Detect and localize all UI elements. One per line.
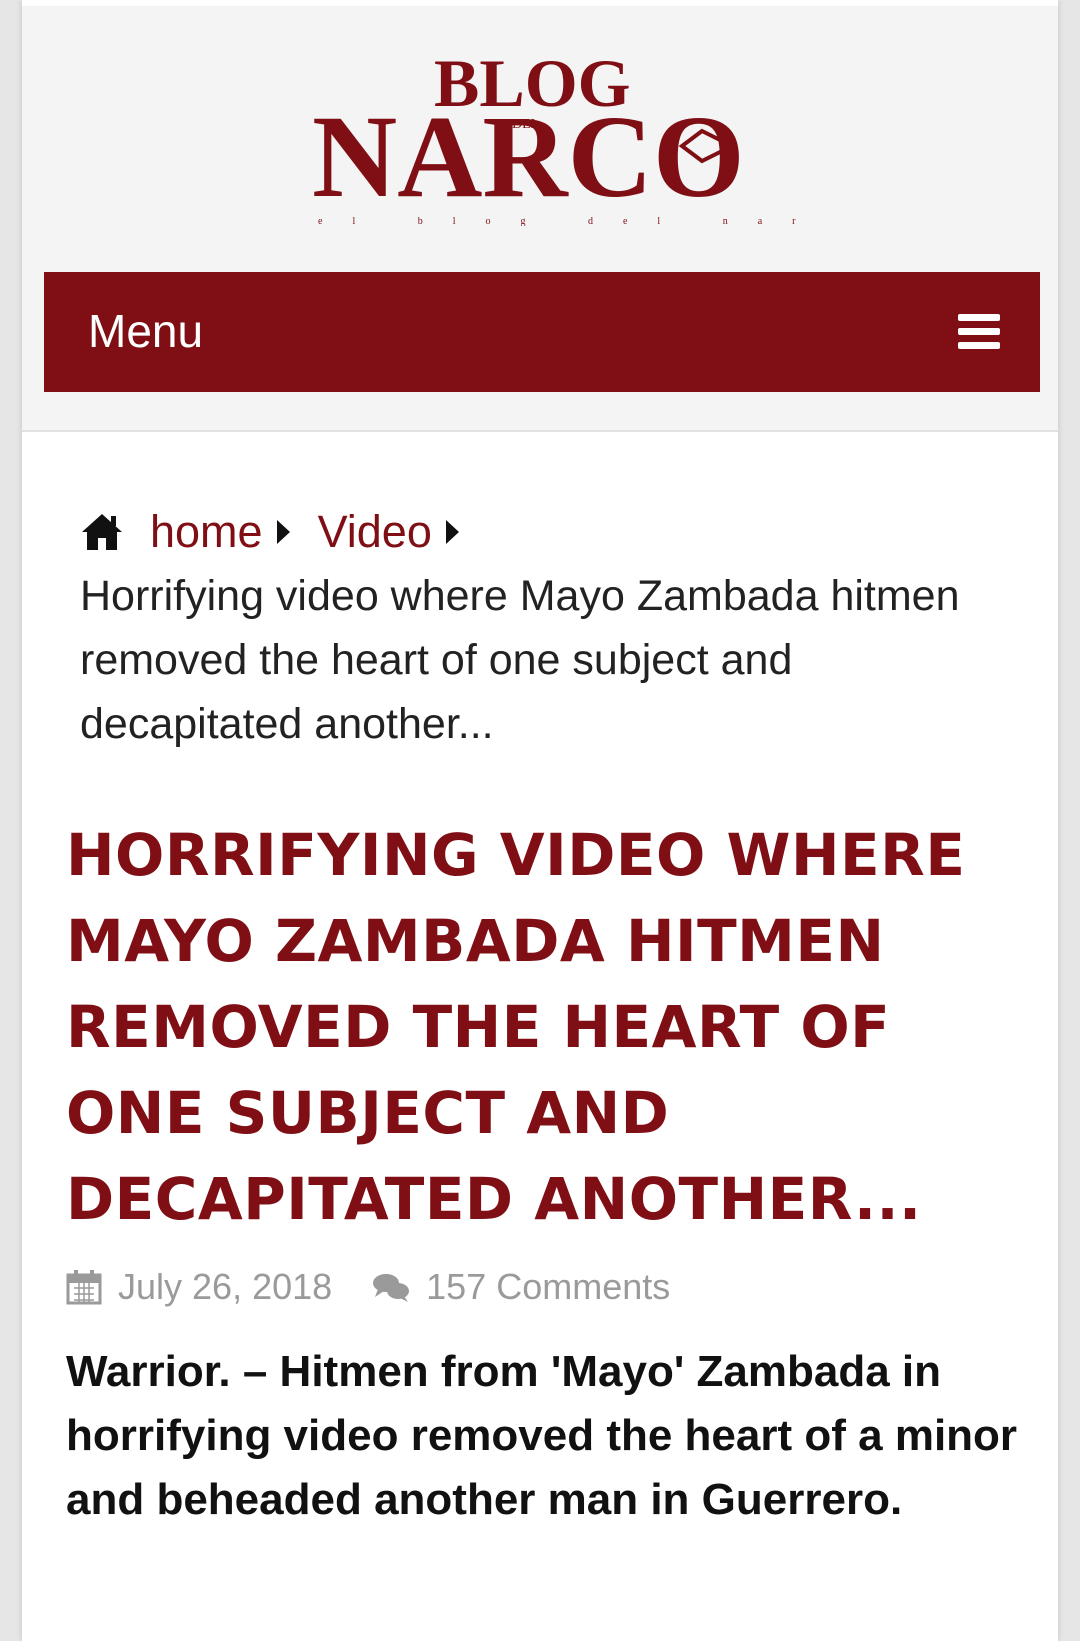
post-lead-paragraph: Warrior. – Hitmen from 'Mayo' Zambada in… (66, 1347, 1018, 1524)
breadcrumb: home Video Horrifying video where Mayo Z… (80, 500, 980, 756)
logo-tagline: el blog del narco (318, 216, 802, 226)
post-title: HORRIFYING VIDEO WHERE MAYO ZAMBADA HITM… (66, 821, 966, 1233)
breadcrumb-current: Horrifying video where Mayo Zambada hitm… (80, 572, 960, 748)
home-icon[interactable] (80, 512, 124, 552)
breadcrumb-home-link[interactable]: home (150, 500, 263, 564)
site-header: BLOG DEL NARCO el blog del narco Menu (22, 6, 1058, 432)
page: BLOG DEL NARCO el blog del narco Menu ho… (22, 0, 1058, 1641)
breadcrumb-video-link[interactable]: Video (318, 500, 432, 564)
hamburger-icon[interactable] (958, 314, 1000, 350)
menu-label[interactable]: Menu (88, 304, 203, 358)
main-nav-bar[interactable]: Menu (44, 272, 1040, 392)
site-logo[interactable]: BLOG DEL NARCO el blog del narco (302, 36, 865, 227)
logo-graphic: BLOG DEL NARCO el blog del narco (312, 45, 865, 227)
comments-icon[interactable] (372, 1271, 410, 1303)
logo-narco-text: NARCO (312, 91, 745, 222)
breadcrumb-separator-icon (276, 520, 290, 544)
post-date: July 26, 2018 (118, 1266, 333, 1307)
post-comments-link[interactable]: 157 Comments (426, 1266, 670, 1308)
breadcrumb-separator-icon (445, 520, 459, 544)
post-meta: July 26, 2018 157 Comments (66, 1262, 670, 1312)
calendar-icon (66, 1270, 102, 1305)
